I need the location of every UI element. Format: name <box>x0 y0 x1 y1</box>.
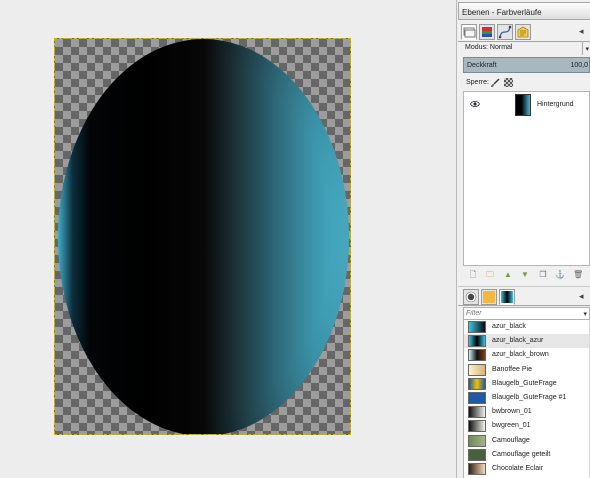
gradient-list-item[interactable]: azur_black_azur <box>464 334 589 349</box>
gradient-name: bwgreen_01 <box>492 422 531 430</box>
gradient-swatch <box>468 434 486 447</box>
gradient-name: Camouflage geteilt <box>492 450 551 458</box>
undo-history-icon <box>517 26 529 38</box>
gradient-name: Blaugelb_GuteFrage <box>492 379 557 387</box>
opacity-label: Deckkraft <box>467 62 497 69</box>
gradient-swatch <box>468 335 486 348</box>
gradient-swatch <box>468 420 486 433</box>
tab-channels[interactable] <box>479 24 495 40</box>
gradient-name: Blaugelb_GuteFrage #1 <box>492 394 567 401</box>
gradient-swatch <box>468 377 486 390</box>
layer-thumbnail <box>515 94 531 116</box>
gradient-name: bwbrown_01 <box>492 408 532 416</box>
new-layer-icon[interactable]: 🗋 <box>468 270 478 280</box>
new-layer-group-icon[interactable]: 🗀 <box>485 270 495 280</box>
layer-name[interactable]: Hintergrund <box>537 101 574 108</box>
gradient-list-item[interactable]: Camouflage <box>464 434 589 448</box>
gradient-name: Chocolate Eclair <box>492 465 543 472</box>
gradient-list-item[interactable]: bwbrown_01 <box>464 405 589 419</box>
gradient-swatch <box>468 349 486 362</box>
gradient-name: Camouflage <box>492 436 530 444</box>
tab-paths[interactable] <box>497 24 513 40</box>
gradients-icon <box>501 291 513 303</box>
ellipse-shading <box>58 39 349 434</box>
gradient-swatch <box>468 363 486 376</box>
anchor-layer-icon[interactable]: ⚓ <box>555 270 565 280</box>
lock-label: Sperre: <box>466 79 489 86</box>
mode-dropdown-edge <box>582 41 590 55</box>
layers-tab-bar: ◂ <box>458 22 590 42</box>
gradient-name: azur_black <box>492 323 526 330</box>
opacity-value: 100,0 <box>570 62 588 69</box>
layer-button-bar: 🗋 🗀 ▲ ▼ ❐ ⚓ 🗑 <box>463 268 590 282</box>
mode-dropdown[interactable]: ▾ <box>494 42 590 56</box>
lock-row: Sperre: <box>464 78 590 90</box>
duplicate-layer-icon[interactable]: ❐ <box>538 270 548 280</box>
dock-title: Ebenen - Farbverläufe <box>462 8 542 17</box>
gradient-list-item[interactable]: bwgreen_01 <box>464 419 589 433</box>
gradients-tab-bar: ◂ <box>458 286 590 306</box>
layers-icon <box>463 27 476 38</box>
tab-layers[interactable] <box>461 24 477 40</box>
layer-row[interactable]: Hintergrund <box>464 92 589 118</box>
gradient-list-item[interactable]: azur_black_brown <box>464 348 589 362</box>
gradient-swatch <box>468 406 486 419</box>
lock-alpha-icon[interactable] <box>504 78 513 87</box>
tab-patterns[interactable] <box>481 289 497 305</box>
gradient-list-item[interactable]: Chocolate Eclair <box>464 462 589 476</box>
lock-pixels-brush-icon[interactable] <box>490 78 500 88</box>
patterns-icon <box>483 291 495 303</box>
tab-brushes[interactable] <box>463 289 479 305</box>
image-canvas-area[interactable] <box>0 0 454 478</box>
dock-title-bar[interactable]: Ebenen - Farbverläufe <box>458 2 590 20</box>
gradient-swatch <box>468 392 486 404</box>
gradient-list[interactable]: azur_black azur_black_azur azur_black_brow… <box>463 320 590 478</box>
chevron-down-icon[interactable]: ▾ <box>583 310 587 318</box>
delete-layer-icon[interactable]: 🗑 <box>573 270 583 280</box>
lower-layer-icon[interactable]: ▼ <box>520 270 530 280</box>
gradient-name: azur_black_azur <box>492 337 544 345</box>
tab-gradients[interactable] <box>499 289 515 305</box>
gradient-list-item[interactable]: azur_black <box>464 320 589 334</box>
gradient-filter-field[interactable]: ▾ <box>463 307 590 320</box>
raise-layer-icon[interactable]: ▲ <box>503 270 513 280</box>
gradient-name: Banoffee Pie <box>492 365 532 373</box>
mode-label: Modus: <box>465 44 488 51</box>
gradient-name: azur_black_brown <box>492 351 549 359</box>
gradient-swatch <box>468 463 486 475</box>
tab-undo-history[interactable] <box>515 24 531 40</box>
visibility-eye-icon[interactable] <box>470 100 480 108</box>
opacity-slider[interactable]: Deckkraft 100,0 <box>463 57 590 73</box>
image-canvas[interactable] <box>54 38 351 435</box>
gradients-menu-icon[interactable]: ◂ <box>579 291 588 302</box>
gradient-filter-input[interactable] <box>464 308 574 319</box>
gradient-swatch <box>468 448 486 461</box>
gradient-swatch <box>468 321 486 333</box>
gradient-list-item[interactable]: Blaugelb_GuteFrage #1 <box>464 391 589 405</box>
paths-icon <box>498 25 512 39</box>
brushes-icon <box>465 291 477 303</box>
gradient-list-item[interactable]: Banoffee Pie <box>464 363 589 377</box>
gradient-list-item[interactable]: Camouflage geteilt <box>464 448 589 462</box>
gradient-list-item[interactable]: Blaugelb_GuteFrage <box>464 377 589 391</box>
channels-icon <box>482 27 492 37</box>
layer-list[interactable]: Hintergrund <box>463 91 590 266</box>
tab-menu-icon[interactable]: ◂ <box>579 26 588 37</box>
